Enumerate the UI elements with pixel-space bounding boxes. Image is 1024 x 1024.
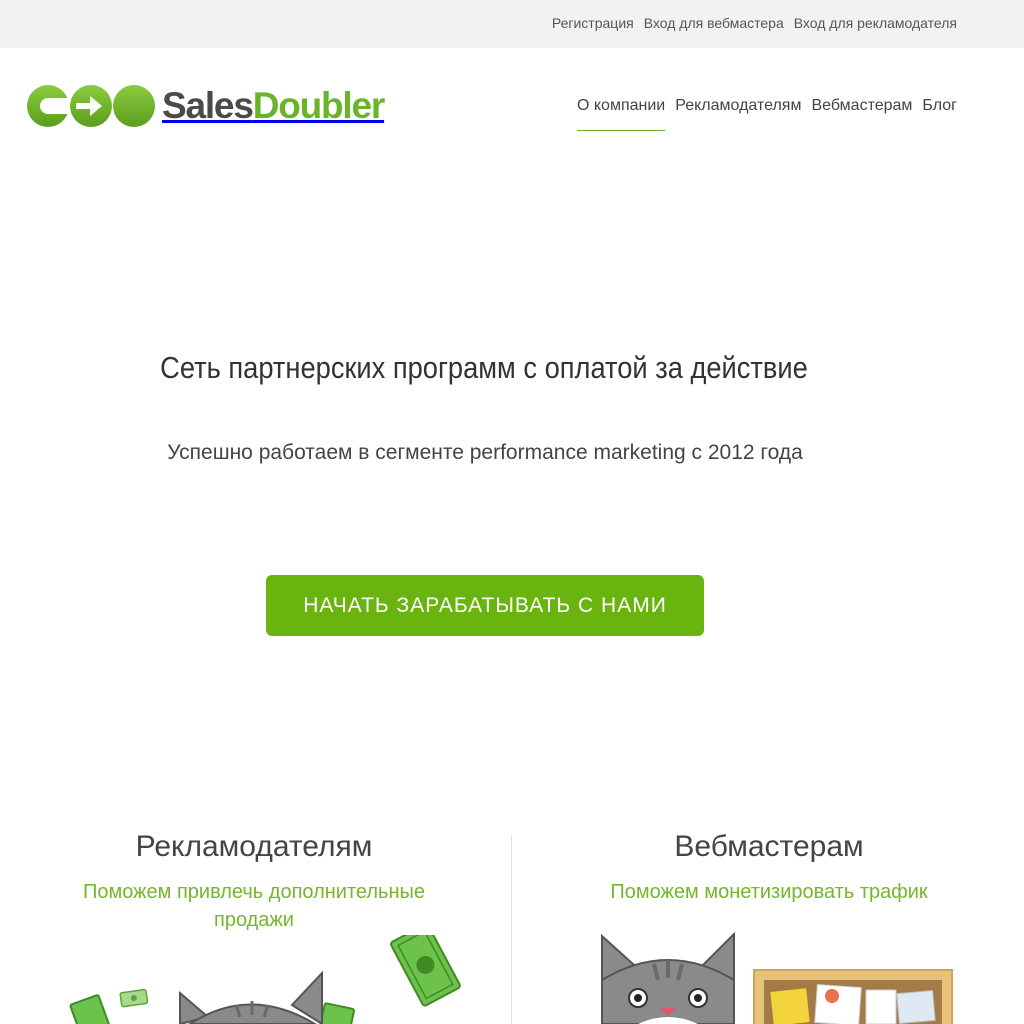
money-bill-icon: [119, 988, 149, 1008]
logo-text-sales: Sales: [162, 85, 254, 126]
nav-item-about[interactable]: О компании: [576, 97, 666, 131]
advertisers-section: Рекламодателям Поможем привлечь дополнит…: [54, 828, 454, 934]
logo-mark-icon: [27, 85, 155, 127]
logo-text-doubler: Doubler: [252, 85, 386, 126]
main-nav: О компании Рекламодателям Вебмастерам Бл…: [576, 97, 957, 131]
advertisers-subtitle: Поможем привлечь дополнительные продажи: [83, 881, 425, 931]
cat-head-icon: [179, 970, 323, 1024]
cat-with-money-illustration: [69, 935, 461, 1024]
logo[interactable]: SalesDoubler: [26, 84, 386, 128]
money-bill-icon: [69, 994, 113, 1024]
nav-item-webmasters[interactable]: Вебмастерам: [811, 97, 912, 131]
cat-head-icon: [601, 931, 735, 1024]
nav-item-advertisers[interactable]: Рекламодателям: [675, 97, 801, 131]
account-links: Регистрация Вход для вебмастера Вход для…: [552, 15, 957, 31]
webmasters-subtitle: Поможем монетизировать трафик: [610, 881, 928, 903]
webmasters-title[interactable]: Вебмастерам: [569, 828, 969, 866]
money-bill-icon: [390, 935, 461, 1007]
column-divider: [511, 836, 512, 1024]
corkboard-icon: [753, 969, 953, 1024]
register-link[interactable]: Регистрация: [552, 15, 634, 31]
hero-title: Сеть партнерских программ с оплатой за д…: [160, 350, 808, 385]
advertisers-title[interactable]: Рекламодателям: [54, 828, 454, 866]
top-utility-bar: Регистрация Вход для вебмастера Вход для…: [0, 0, 1024, 48]
cat-with-corkboard-illustration: [601, 931, 953, 1024]
advertiser-login-link[interactable]: Вход для рекламодателя: [794, 15, 957, 31]
nav-item-blog[interactable]: Блог: [922, 97, 957, 131]
logo-wordmark: SalesDoubler: [162, 84, 386, 128]
start-earning-button[interactable]: НАЧАТЬ ЗАРАБАТЫВАТЬ С НАМИ: [266, 575, 704, 636]
site-header: SalesDoubler О компании Рекламодателям В…: [0, 48, 1024, 158]
webmasters-section: Вебмастерам Поможем монетизировать трафи…: [569, 828, 969, 906]
hero-subtitle: Успешно работаем в сегменте performance …: [167, 441, 803, 464]
webmaster-login-link[interactable]: Вход для вебмастера: [644, 15, 784, 31]
